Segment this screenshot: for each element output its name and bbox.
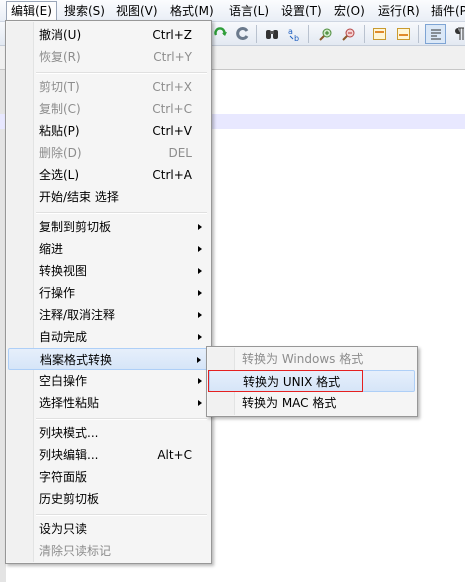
menu-settings[interactable]: 设置(T)	[277, 1, 326, 21]
menu-item-label: 转换视图	[39, 264, 88, 278]
menu-item-label: 列块模式...	[39, 426, 99, 440]
menu-item-label: 恢复(R)	[39, 50, 81, 64]
menu-item-label: 档案格式转换	[40, 353, 113, 367]
menu-plugins[interactable]: 插件(P)	[427, 1, 465, 21]
submenu-arrow-icon	[198, 246, 202, 252]
menu-item-select-all[interactable]: 全选(L) Ctrl+A	[8, 164, 209, 186]
toolbar-separator	[256, 25, 257, 43]
edit-menu: 撤消(U) Ctrl+Z 恢复(R) Ctrl+Y 剪切(T) Ctrl+X 复…	[5, 20, 212, 564]
svg-text:b: b	[294, 34, 299, 42]
submenu-arrow-icon	[197, 357, 201, 363]
menu-item-character-panel[interactable]: 字符面版	[8, 466, 209, 488]
zoom-in-icon[interactable]	[317, 25, 334, 42]
menu-item-label: 剪切(T)	[39, 80, 80, 94]
menu-item-label: 转换为 Windows 格式	[242, 352, 364, 366]
svg-text:a: a	[288, 27, 293, 36]
menu-separator	[36, 72, 207, 74]
menu-item-label: 历史剪切板	[39, 492, 100, 506]
menu-item-label: 自动完成	[39, 330, 88, 344]
menu-item-blank-operations[interactable]: 空白操作	[8, 370, 209, 392]
menu-item-convert-windows[interactable]: 转换为 Windows 格式	[209, 348, 415, 370]
menu-item-shortcut: DEL	[168, 146, 192, 160]
menu-item-begin-end-select[interactable]: 开始/结束 选择	[8, 186, 209, 208]
menu-item-clear-read-only[interactable]: 清除只读标记	[8, 540, 209, 562]
menu-item-label: 转换为 MAC 格式	[242, 396, 337, 410]
menu-item-label: 空白操作	[39, 374, 88, 388]
menu-item-paste-special[interactable]: 选择性粘贴	[8, 392, 209, 414]
menu-item-label: 注释/取消注释	[39, 308, 116, 322]
submenu-arrow-icon	[198, 334, 202, 340]
menu-item-line-operations[interactable]: 行操作	[8, 282, 209, 304]
menu-item-label: 字符面版	[39, 470, 88, 484]
menu-item-convert-mac[interactable]: 转换为 MAC 格式	[209, 392, 415, 414]
submenu-arrow-icon	[198, 268, 202, 274]
menu-item-label: 全选(L)	[39, 168, 80, 182]
zoom-out-icon[interactable]	[340, 25, 357, 42]
menu-item-indent[interactable]: 缩进	[8, 238, 209, 260]
menu-item-label: 复制(C)	[39, 102, 81, 116]
sync-v-icon[interactable]	[371, 25, 388, 42]
menu-separator	[36, 418, 207, 420]
menu-item-set-read-only[interactable]: 设为只读	[8, 518, 209, 540]
menu-item-clipboard-history[interactable]: 历史剪切板	[8, 488, 209, 510]
menu-item-redo[interactable]: 恢复(R) Ctrl+Y	[8, 46, 209, 68]
menu-item-shortcut: Ctrl+A	[152, 168, 192, 182]
menu-item-copy[interactable]: 复制(C) Ctrl+C	[8, 98, 209, 120]
menu-separator	[36, 514, 207, 516]
record-macro-icon[interactable]	[234, 25, 251, 42]
menu-separator	[36, 212, 207, 214]
menu-language[interactable]: 语言(L)	[225, 1, 273, 21]
menu-item-label: 选择性粘贴	[39, 396, 100, 410]
submenu-arrow-icon	[198, 312, 202, 318]
toolbar-separator	[418, 25, 419, 43]
menu-item-paste[interactable]: 粘贴(P) Ctrl+V	[8, 120, 209, 142]
toolbar-separator	[308, 25, 309, 43]
menu-item-undo[interactable]: 撤消(U) Ctrl+Z	[8, 24, 209, 46]
menu-item-auto-completion[interactable]: 自动完成	[8, 326, 209, 348]
submenu-arrow-icon	[198, 224, 202, 230]
menu-item-label: 设为只读	[39, 522, 88, 536]
wrap-icon[interactable]	[425, 24, 446, 44]
menu-format[interactable]: 格式(M)	[166, 1, 218, 21]
annotation-highlight-box	[208, 370, 363, 392]
menu-item-convert-case[interactable]: 转换视图	[8, 260, 209, 282]
binoculars-icon[interactable]	[263, 25, 280, 42]
menu-item-label: 行操作	[39, 286, 76, 300]
menu-item-label: 粘贴(P)	[39, 124, 80, 138]
redo-icon[interactable]	[212, 25, 229, 42]
menu-item-eol-conversion[interactable]: 档案格式转换	[8, 348, 209, 370]
menu-item-shortcut: Ctrl+V	[152, 124, 192, 138]
menu-item-label: 缩进	[39, 242, 64, 256]
menu-item-label: 撤消(U)	[39, 28, 82, 42]
sync-h-icon[interactable]	[395, 25, 412, 42]
menu-item-cut[interactable]: 剪切(T) Ctrl+X	[8, 76, 209, 98]
menu-item-shortcut: Ctrl+Z	[152, 28, 192, 42]
menu-item-shortcut: Ctrl+Y	[153, 50, 192, 64]
menu-item-shortcut: Ctrl+C	[152, 102, 192, 116]
menu-item-label: 开始/结束 选择	[39, 190, 119, 204]
replace-icon[interactable]: ab	[286, 25, 303, 42]
submenu-arrow-icon	[198, 400, 202, 406]
menu-item-label: 删除(D)	[39, 146, 82, 160]
menu-item-column-mode[interactable]: 列块模式...	[8, 422, 209, 444]
menu-item-shortcut: Alt+C	[157, 448, 192, 462]
submenu-arrow-icon	[198, 378, 202, 384]
menu-search[interactable]: 搜索(S)	[60, 1, 109, 21]
menu-item-delete[interactable]: 删除(D) DEL	[8, 142, 209, 164]
menu-item-copy-to-clipboard[interactable]: 复制到剪切板	[8, 216, 209, 238]
menu-bar: 编辑(E) 搜索(S) 视图(V) 格式(M) 语言(L) 设置(T) 宏(O)…	[0, 0, 465, 22]
show-all-chars-icon[interactable]	[450, 25, 465, 42]
menu-item-label: 清除只读标记	[39, 544, 112, 558]
menu-item-column-editor[interactable]: 列块编辑... Alt+C	[8, 444, 209, 466]
toolbar-separator	[364, 25, 365, 43]
menu-view[interactable]: 视图(V)	[112, 1, 162, 21]
menu-item-label: 列块编辑...	[39, 448, 99, 462]
menu-run[interactable]: 运行(R)	[374, 1, 424, 21]
submenu-arrow-icon	[198, 290, 202, 296]
menu-item-comment[interactable]: 注释/取消注释	[8, 304, 209, 326]
menu-item-label: 复制到剪切板	[39, 220, 112, 234]
menu-macro[interactable]: 宏(O)	[330, 1, 369, 21]
menu-edit[interactable]: 编辑(E)	[6, 1, 57, 21]
menu-item-shortcut: Ctrl+X	[152, 80, 192, 94]
